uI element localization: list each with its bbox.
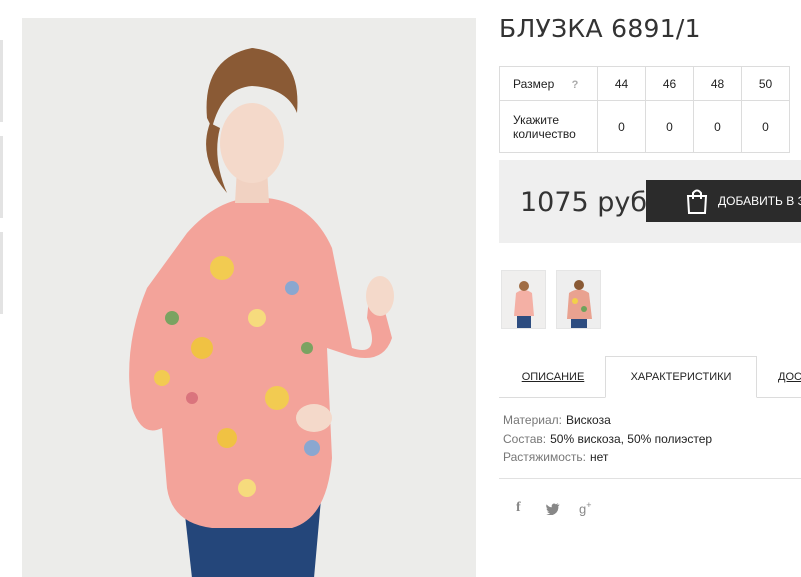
- quantity-row: Укажите количество 0 0 0 0: [499, 100, 790, 153]
- tab-description[interactable]: ОПИСАНИЕ: [503, 356, 603, 398]
- spec-value: нет: [590, 450, 609, 464]
- tab-characteristics[interactable]: ХАРАКТЕРИСТИКИ: [605, 356, 757, 398]
- gallery-strip-thumb[interactable]: [0, 136, 3, 218]
- product-thumbnail[interactable]: [501, 270, 546, 329]
- product-thumbnail[interactable]: [556, 270, 601, 329]
- product-main-image[interactable]: [22, 18, 476, 577]
- quantity-input[interactable]: 0: [693, 100, 742, 153]
- size-cell: 46: [645, 66, 694, 101]
- quantity-label-line1: Укажите: [513, 112, 560, 127]
- size-label: Размер: [513, 76, 555, 91]
- gallery-strip-thumb[interactable]: [0, 40, 3, 122]
- tab-description-label: ОПИСАНИЕ: [521, 371, 585, 383]
- add-to-cart-button[interactable]: ДОБАВИТЬ В З: [646, 180, 801, 222]
- product-title: БЛУЗКА 6891/1: [499, 14, 701, 43]
- price-panel: 1075 руб ДОБАВИТЬ В З: [499, 160, 801, 243]
- divider: [499, 478, 801, 479]
- spec-row: Материал: Вискоза: [503, 411, 712, 430]
- tab-delivery-label: ДОС: [778, 371, 801, 383]
- spec-row: Растяжимость: нет: [503, 448, 712, 467]
- quantity-input[interactable]: 0: [645, 100, 694, 153]
- size-label-cell: Размер ?: [499, 66, 598, 101]
- size-cell: 44: [597, 66, 646, 101]
- quantity-input[interactable]: 0: [741, 100, 790, 153]
- spec-label: Материал:: [503, 413, 562, 427]
- google-plus-icon[interactable]: g+: [579, 500, 592, 516]
- help-icon[interactable]: ?: [572, 79, 579, 91]
- size-quantity-table: Размер ? 44 46 48 50 Укажите количество …: [499, 66, 790, 153]
- tab-characteristics-label: ХАРАКТЕРИСТИКИ: [630, 371, 732, 383]
- size-cell: 50: [741, 66, 790, 101]
- facebook-icon[interactable]: f: [516, 500, 521, 516]
- quantity-label-line2: количество: [513, 126, 576, 141]
- characteristics-list: Материал: Вискоза Состав: 50% вискоза, 50%…: [503, 411, 712, 467]
- gallery-strip-thumb[interactable]: [0, 232, 3, 314]
- spec-value: 50% вискоза, 50% полиэстер: [550, 431, 713, 446]
- spec-value: Вискоза: [565, 413, 611, 427]
- size-cell: 48: [693, 66, 742, 101]
- product-price: 1075 руб: [520, 187, 648, 218]
- quantity-label-cell: Укажите количество: [499, 100, 598, 153]
- add-to-cart-label: ДОБАВИТЬ В З: [718, 194, 801, 208]
- quantity-input[interactable]: 0: [597, 100, 646, 153]
- shopping-bag-icon: [686, 189, 708, 214]
- spec-label: Растяжимость:: [503, 450, 587, 464]
- spec-row: Состав: 50% вискоза, 50% полиэстер: [503, 430, 712, 449]
- twitter-icon[interactable]: [546, 503, 560, 515]
- size-row: Размер ? 44 46 48 50: [499, 66, 790, 101]
- spec-label: Состав:: [503, 431, 547, 446]
- tab-delivery[interactable]: ДОС: [757, 356, 801, 398]
